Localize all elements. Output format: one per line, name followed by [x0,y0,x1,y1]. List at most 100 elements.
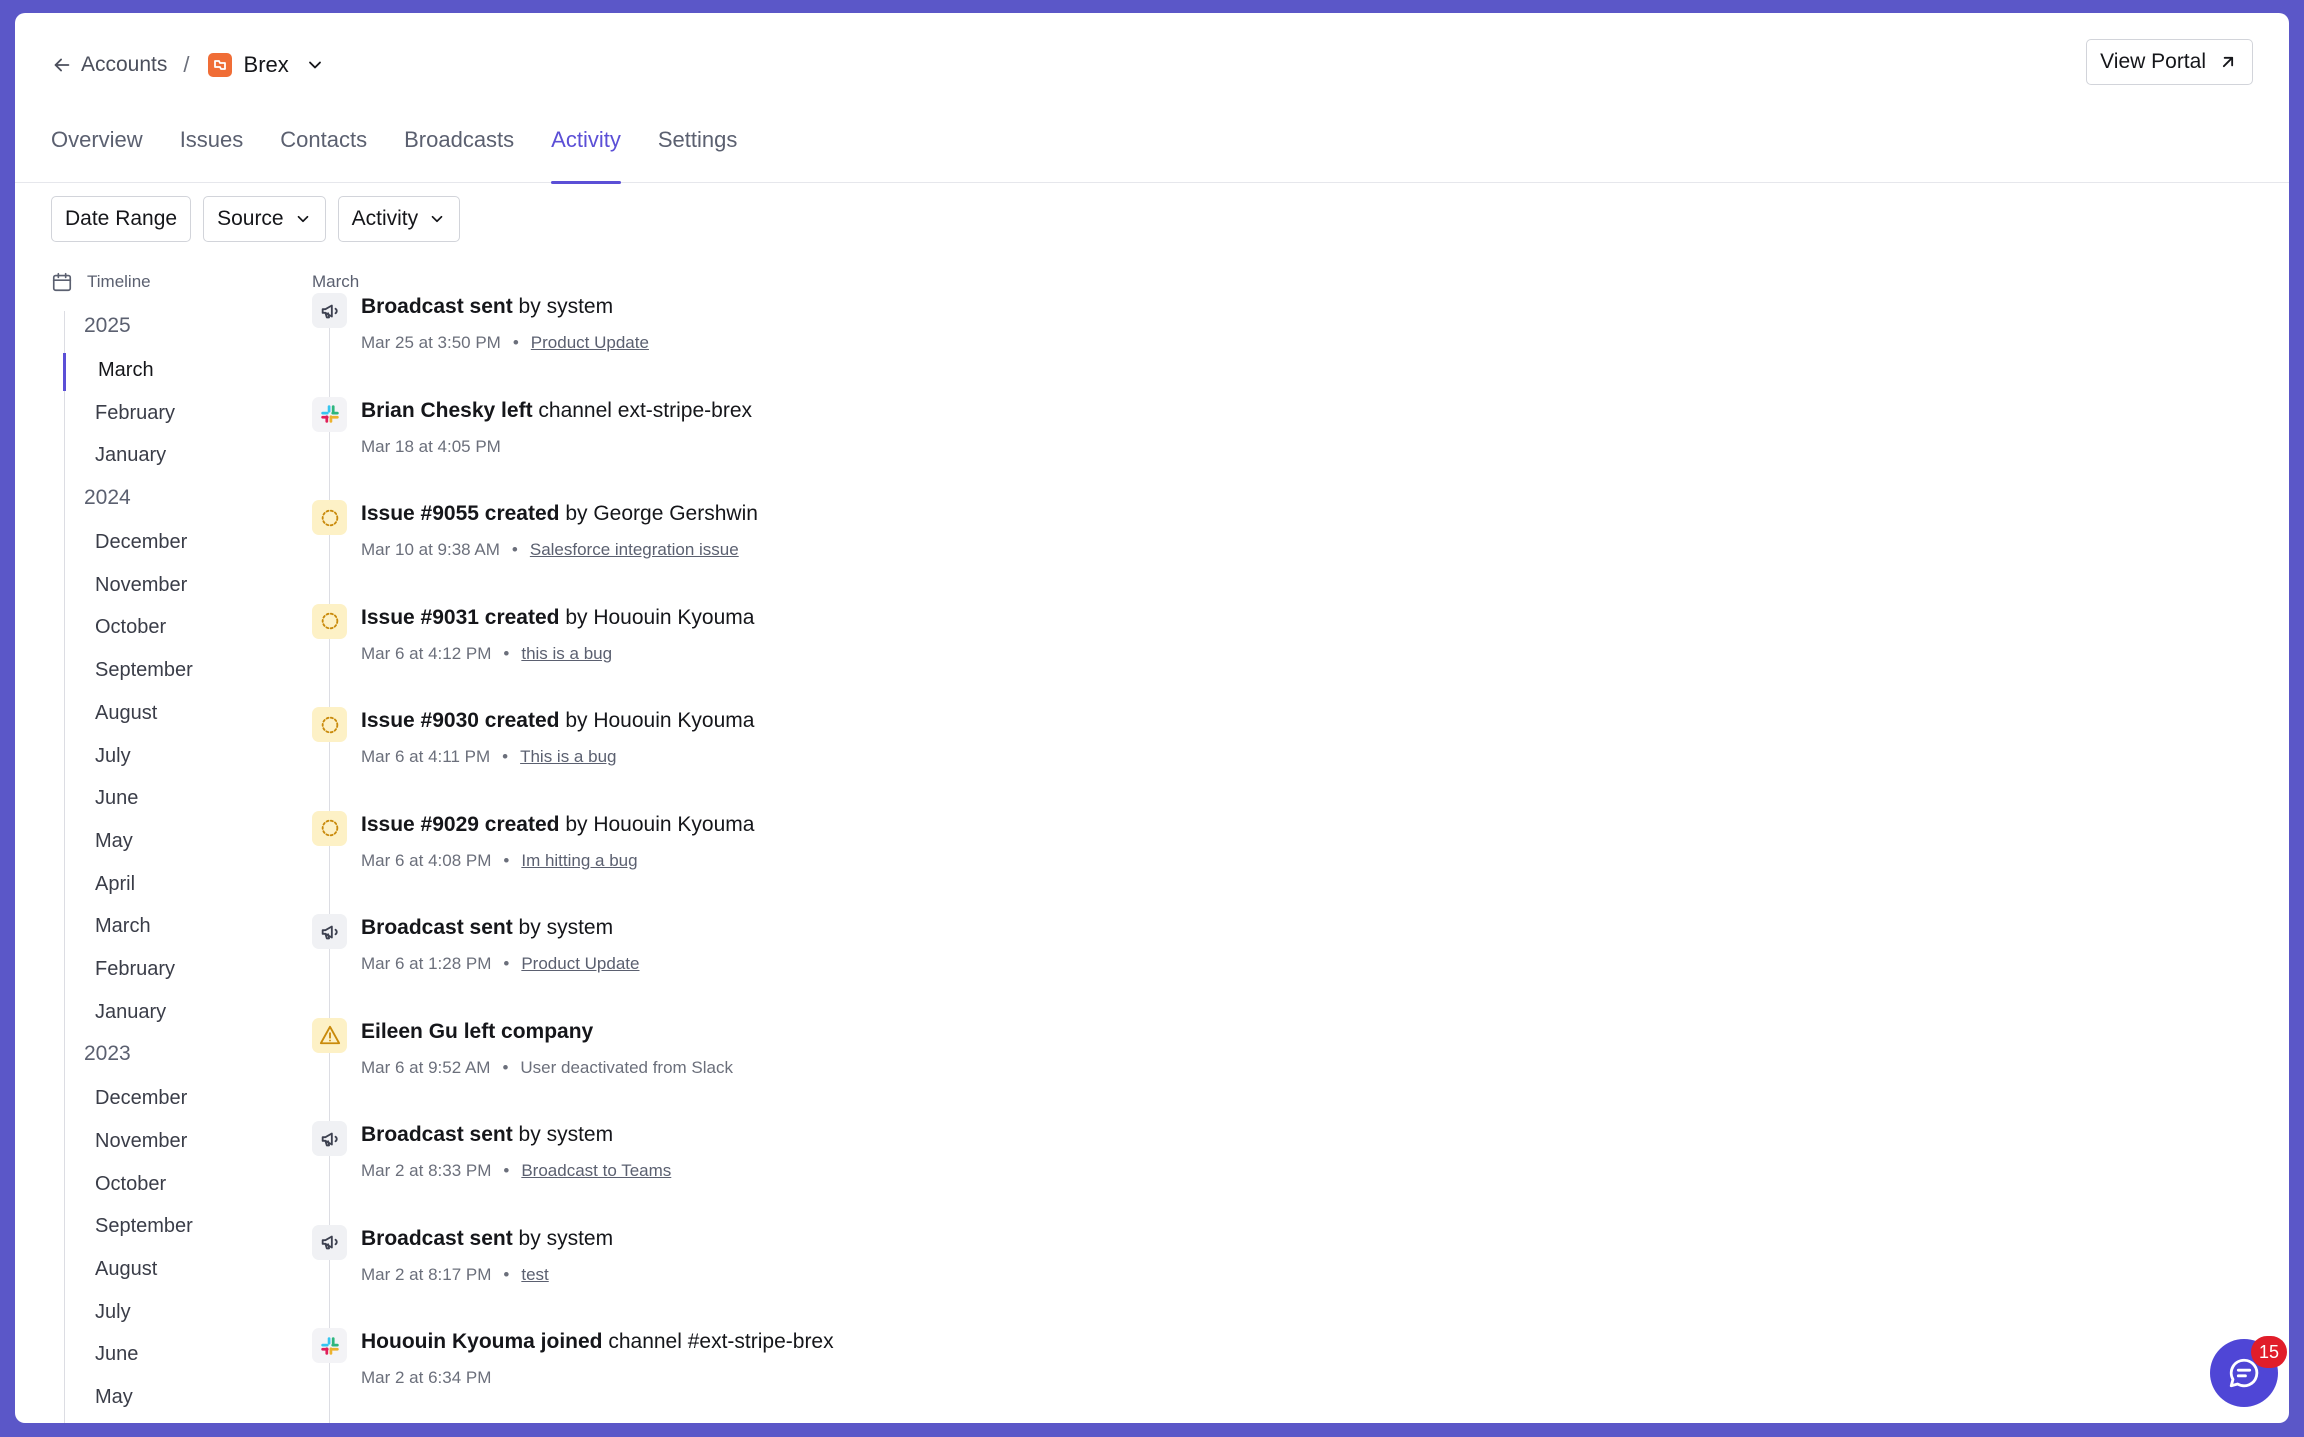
activity-title: Broadcast sent by system [361,1123,613,1147]
year-2023[interactable]: 2023 [65,1039,264,1069]
activity-filter[interactable]: Activity [337,196,461,242]
breadcrumb: Accounts / Brex [51,47,325,83]
activity-link[interactable]: Broadcast to Teams [521,1161,671,1181]
date-range-label: Date Range [65,207,178,230]
activity-item: Issue #9031 created by Hououin Kyouma Mar… [312,603,1612,684]
month-item[interactable]: January [65,440,264,470]
activity-title: Eileen Gu left company [361,1020,593,1044]
activity-title: Issue #9029 created by Hououin Kyouma [361,813,754,837]
activity-link[interactable]: Salesforce integration issue [530,540,739,560]
month-item[interactable]: February [65,398,264,428]
activity-action: Brian Chesky left [361,398,533,422]
issue-icon [312,810,347,846]
month-item[interactable]: August [65,1254,264,1284]
activity-title: Broadcast sent by system [361,295,613,319]
tab-settings[interactable]: Settings [658,113,738,183]
activity-item: Issue #9055 created by George Gershwin Ma… [312,500,1612,580]
activity-action: Issue #9030 created [361,709,560,732]
activity-link[interactable]: This is a bug [520,747,616,767]
tab-overview[interactable]: Overview [51,113,143,183]
activity-title: Broadcast sent by system [361,916,613,940]
source-filter[interactable]: Source [203,196,326,242]
activity-link[interactable]: Im hitting a bug [521,851,637,871]
account-switcher[interactable]: Brex [207,52,325,78]
meta-separator: • [503,954,510,973]
month-item[interactable]: December [65,527,264,557]
activity-item: Eileen Gu left company Mar 6 at 9:52 AM • U… [312,1017,1612,1098]
activity-time: Mar 10 at 9:38 AM [361,540,500,559]
issue-icon [312,500,347,535]
month-item[interactable]: November [65,1126,264,1156]
megaphone-icon [312,914,347,949]
back-to-accounts-link[interactable]: Accounts [51,53,167,77]
account-name: Brex [243,52,289,77]
year-2025[interactable]: 2025 [65,311,264,341]
tab-issues[interactable]: Issues [180,113,244,183]
meta-separator: • [512,333,519,352]
month-item[interactable]: May [65,1382,264,1412]
month-item[interactable]: March [65,911,264,941]
activity-action: Broadcast sent [361,295,513,318]
month-item[interactable]: June [65,1339,264,1369]
month-item[interactable]: August [65,698,264,728]
activity-item: Hououin Kyouma joined channel #ext-strip… [312,1328,1612,1408]
issue-icon [312,707,347,742]
tab-activity[interactable]: Activity [551,113,621,184]
month-item[interactable]: February [65,954,264,984]
megaphone-icon [312,1121,347,1156]
meta-separator: • [503,1264,510,1284]
filter-bar: Date Range Source Activity [51,196,472,242]
activity-detail: by George Gershwin [559,502,758,525]
timeline-heading: Timeline [51,267,281,297]
view-portal-label: View Portal [2100,50,2206,73]
activity-meta: Mar 25 at 3:50 PM • Product Update [361,333,649,353]
activity-meta: Mar 6 at 9:52 AM • User deactivated from S… [361,1058,733,1078]
meta-separator: • [503,1161,510,1180]
activity-link[interactable]: Product Update [531,333,649,353]
month-item[interactable]: October [65,612,264,642]
activity-meta: Mar 2 at 8:33 PM • Broadcast to Teams [361,1161,671,1181]
tab-contacts[interactable]: Contacts [280,113,367,183]
month-item[interactable]: May [65,826,264,856]
month-item[interactable]: December [65,1083,264,1113]
activity-item: Brian Chesky left channel ext-stripe-bre… [312,396,1612,477]
view-portal-button[interactable]: View Portal [2086,39,2253,85]
activity-meta: Mar 10 at 9:38 AM • Salesforce integration… [361,540,739,560]
activity-item: Issue #9029 created by Hououin Kyouma Mar… [312,810,1612,891]
month-item[interactable]: September [65,655,264,685]
activity-title: Issue #9030 created by Hououin Kyouma [361,709,754,733]
activity-meta: Mar 2 at 8:17 PM • test [361,1265,549,1285]
calendar-icon [52,272,72,292]
activity-time: Mar 2 at 8:17 PM [361,1264,492,1284]
activity-action: Broadcast sent [361,1226,513,1250]
arrow-left-icon [54,58,70,72]
activity-item: Broadcast sent by system Mar 2 at 8:33 PM… [312,1121,1612,1201]
activity-time: Mar 18 at 4:05 PM [361,436,501,456]
tab-bar: Overview Issues Contacts Broadcasts Acti… [51,113,774,184]
month-item[interactable]: September [65,1211,264,1241]
month-item[interactable]: November [65,570,264,600]
activity-meta: Mar 6 at 1:28 PM • Product Update [361,954,639,974]
month-item[interactable]: April [65,869,264,899]
chevron-down-icon [431,215,443,223]
month-item[interactable]: June [65,783,264,813]
activity-link[interactable]: this is a bug [521,644,612,664]
month-item[interactable]: July [65,741,264,771]
month-item[interactable]: October [65,1169,264,1199]
activity-feed: March Broadcast sent by system Mar 25 at … [297,267,1697,1423]
activity-note: User deactivated from Slack [520,1057,733,1077]
month-item[interactable]: July [65,1297,264,1327]
timeline-label: Timeline [87,272,151,291]
activity-action: Issue #9055 created [361,502,560,525]
activity-title: Hououin Kyouma joined channel #ext-strip… [361,1330,834,1354]
activity-time: Mar 6 at 4:11 PM [361,747,491,766]
date-range-filter[interactable]: Date Range [51,196,192,242]
activity-link[interactable]: test [521,1265,548,1285]
tab-broadcasts[interactable]: Broadcasts [404,113,514,183]
month-item[interactable]: January [65,997,264,1027]
month-item[interactable]: March [63,353,264,391]
activity-title: Issue #9031 created by Hououin Kyouma [361,606,754,630]
year-2024[interactable]: 2024 [65,483,264,513]
activity-title: Issue #9055 created by George Gershwin [361,502,758,526]
activity-link[interactable]: Product Update [521,954,639,974]
